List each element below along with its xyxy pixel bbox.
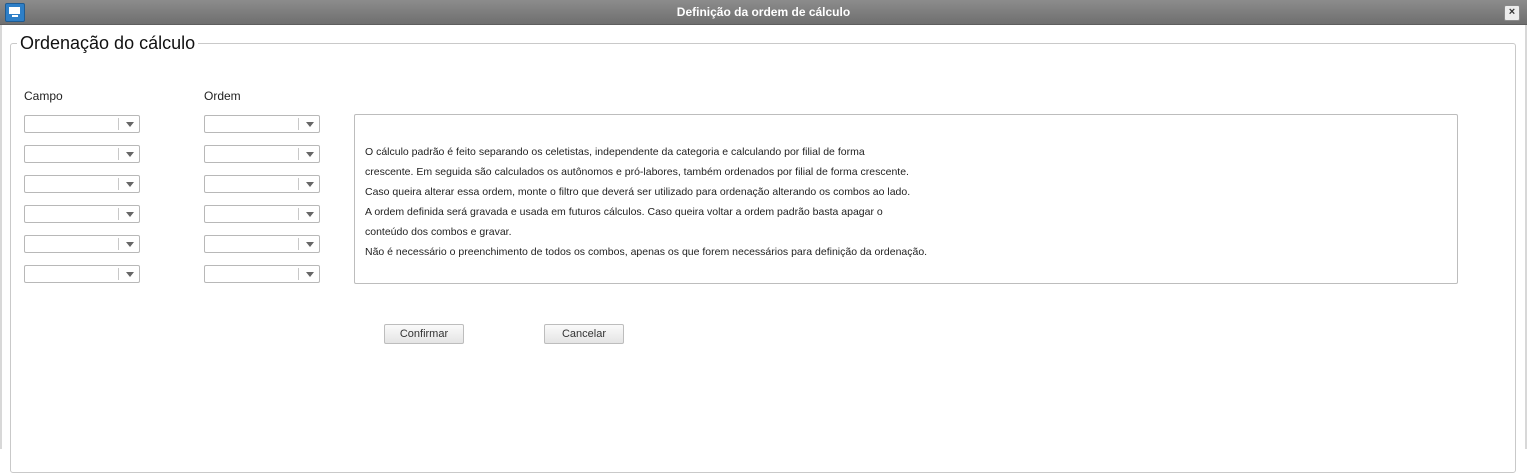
confirm-button[interactable]: Confirmar: [384, 324, 464, 344]
chevron-down-icon: [306, 242, 314, 247]
campo-combo-3[interactable]: [24, 175, 140, 193]
chevron-down-icon: [126, 242, 134, 247]
campo-combo-5[interactable]: [24, 235, 140, 253]
chevron-down-icon: [126, 212, 134, 217]
ordem-combo-1[interactable]: [204, 115, 320, 133]
chevron-down-icon: [126, 182, 134, 187]
campo-combo-4[interactable]: [24, 205, 140, 223]
info-line-5: conteúdo dos combos e gravar.: [365, 226, 512, 238]
chevron-down-icon: [306, 272, 314, 277]
window-title: Definição da ordem de cálculo: [676, 5, 851, 19]
chevron-down-icon: [306, 152, 314, 157]
ordem-combo-2[interactable]: [204, 145, 320, 163]
title-bar[interactable]: Definição da ordem de cálculo ×: [0, 0, 1527, 25]
info-line-3: Caso queira alterar essa ordem, monte o …: [365, 186, 911, 198]
info-line-6: Não é necessário o preenchimento de todo…: [365, 246, 928, 258]
chevron-down-icon: [126, 272, 134, 277]
ordem-combo-5[interactable]: [204, 235, 320, 253]
ordem-combo-3[interactable]: [204, 175, 320, 193]
ordem-combo-6[interactable]: [204, 265, 320, 283]
info-text-box: O cálculo padrão é feito separando os ce…: [354, 114, 1458, 284]
chevron-down-icon: [126, 122, 134, 127]
dialog-window: Definição da ordem de cálculo × Ordenaçã…: [0, 0, 1527, 473]
chevron-down-icon: [306, 182, 314, 187]
left-border: [0, 25, 2, 449]
campo-label: Campo: [24, 89, 63, 103]
campo-combo-6[interactable]: [24, 265, 140, 283]
campo-combo-2[interactable]: [24, 145, 140, 163]
info-line-1: O cálculo padrão é feito separando os ce…: [365, 146, 865, 158]
close-button[interactable]: ×: [1504, 5, 1520, 21]
chevron-down-icon: [126, 152, 134, 157]
ordem-combo-4[interactable]: [204, 205, 320, 223]
campo-combo-1[interactable]: [24, 115, 140, 133]
ordem-label: Ordem: [204, 89, 241, 103]
chevron-down-icon: [306, 212, 314, 217]
chevron-down-icon: [306, 122, 314, 127]
cancel-button[interactable]: Cancelar: [544, 324, 624, 344]
info-line-4: A ordem definida será gravada e usada em…: [365, 206, 883, 218]
info-line-2: crescente. Em seguida são calculados os …: [365, 166, 909, 178]
group-legend: Ordenação do cálculo: [20, 33, 196, 53]
